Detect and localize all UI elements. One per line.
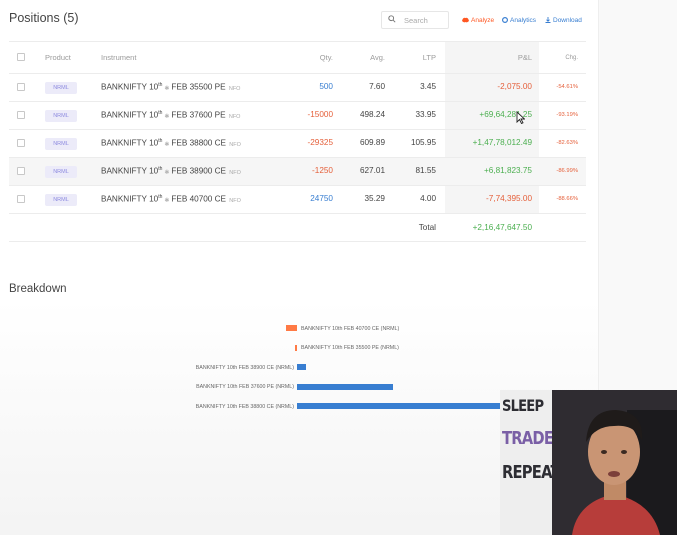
row-checkbox[interactable] xyxy=(17,111,25,119)
product-badge: NRML xyxy=(45,138,77,150)
instrument-name[interactable]: BANKNIFTY 10th✱ FEB 38800 CE NFO xyxy=(101,138,241,148)
avg-value: 35.29 xyxy=(364,194,386,203)
breakdown-bar xyxy=(297,364,307,370)
instrument-name[interactable]: BANKNIFTY 10th✱ FEB 37600 PE NFO xyxy=(101,110,240,120)
exchange-tag: NFO xyxy=(229,141,241,148)
search-icon xyxy=(388,15,396,23)
avg-value: 498.24 xyxy=(359,110,385,119)
avg-value: 627.01 xyxy=(359,166,385,175)
product-badge: NRML xyxy=(45,110,77,122)
breakdown-title: Breakdown xyxy=(9,283,67,295)
positions-count: (5) xyxy=(63,11,79,25)
total-label: Total xyxy=(418,223,436,232)
exchange-tag: NFO xyxy=(229,197,241,204)
row-checkbox[interactable] xyxy=(17,83,25,91)
total-pnl-value: +2,16,47,647.50 xyxy=(472,223,532,232)
qty-value: -15000 xyxy=(307,110,334,119)
ltp-value: 33.95 xyxy=(415,110,437,119)
breakdown-bar-label: BANKNIFTY 10th FEB 37600 PE (NRML) xyxy=(196,384,294,390)
header-chg[interactable]: Chg. xyxy=(540,55,578,61)
search-placeholder: Search xyxy=(404,16,428,25)
header-pnl[interactable]: P&L xyxy=(448,53,532,62)
header-instrument[interactable]: Instrument xyxy=(101,53,136,62)
avg-value: 609.89 xyxy=(359,138,385,147)
header-qty[interactable]: Qty. xyxy=(290,53,333,62)
webcam-overlay: SLEEP TRADE REPEAT xyxy=(500,390,677,535)
qty-value: -1250 xyxy=(312,166,333,175)
chg-value: -93.19% xyxy=(556,112,578,118)
pnl-column-background xyxy=(445,42,539,213)
divider xyxy=(9,241,586,242)
analytics-link[interactable]: Analytics xyxy=(502,17,536,24)
page-title: Positions (5) xyxy=(9,11,79,25)
analytics-icon xyxy=(502,17,508,24)
divider xyxy=(9,101,586,102)
breakdown-bar-label: BANKNIFTY 10th FEB 40700 CE (NRML) xyxy=(301,325,400,332)
star-icon: ✱ xyxy=(164,141,170,148)
instrument-name[interactable]: BANKNIFTY 10th✱ FEB 35500 PE NFO xyxy=(101,82,240,92)
star-icon: ✱ xyxy=(164,197,170,204)
star-icon: ✱ xyxy=(164,85,170,92)
exchange-tag: NFO xyxy=(229,169,241,176)
poster-line: TRADE xyxy=(502,428,554,449)
instrument-name[interactable]: BANKNIFTY 10th✱ FEB 38900 CE NFO xyxy=(101,166,241,176)
header-ltp[interactable]: LTP xyxy=(392,53,436,62)
search-input[interactable]: Search xyxy=(381,11,449,29)
breakdown-bar-label: BANKNIFTY 10th FEB 38800 CE (NRML) xyxy=(195,403,294,410)
header-product[interactable]: Product xyxy=(45,53,71,62)
chg-value: -86.99% xyxy=(556,168,578,174)
download-link[interactable]: Download xyxy=(545,17,582,24)
analyze-link[interactable]: Analyze xyxy=(462,17,494,24)
divider xyxy=(9,185,586,186)
pnl-value: +6,81,823.75 xyxy=(483,166,532,175)
chg-value: -54.61% xyxy=(556,84,578,90)
mouse-cursor-icon xyxy=(516,111,525,124)
ltp-value: 81.55 xyxy=(415,166,437,175)
breakdown-bar-label: BANKNIFTY 10th FEB 35500 PE (NRML) xyxy=(301,345,399,351)
breakdown-bar-label: BANKNIFTY 10th FEB 38900 CE (NRML) xyxy=(195,364,294,371)
chg-value: -82.63% xyxy=(556,140,578,146)
row-checkbox[interactable] xyxy=(17,167,25,175)
presenter-image xyxy=(552,390,677,535)
select-all-checkbox[interactable] xyxy=(17,53,25,61)
row-checkbox[interactable] xyxy=(17,195,25,203)
analyze-label: Analyze xyxy=(471,17,495,24)
header-avg[interactable]: Avg. xyxy=(340,53,385,62)
product-badge: NRML xyxy=(45,166,77,178)
star-icon: ✱ xyxy=(164,169,170,176)
ltp-value: 105.95 xyxy=(410,138,436,147)
qty-value: -29325 xyxy=(307,138,334,147)
avg-value: 7.60 xyxy=(369,82,385,91)
divider xyxy=(9,41,586,42)
pnl-value: +1,47,78,012.49 xyxy=(472,138,532,147)
divider xyxy=(9,129,586,130)
pnl-value: -2,075.00 xyxy=(497,82,532,91)
ltp-value: 4.00 xyxy=(420,194,436,203)
divider xyxy=(9,213,586,214)
breakdown-bar xyxy=(294,344,297,351)
instrument-name[interactable]: BANKNIFTY 10th✱ FEB 40700 CE NFO xyxy=(101,194,241,204)
product-badge: NRML xyxy=(45,194,77,206)
poster-line: SLEEP xyxy=(502,396,544,415)
sensibull-icon xyxy=(462,18,469,23)
star-icon: ✱ xyxy=(164,113,170,120)
row-checkbox[interactable] xyxy=(17,139,25,147)
pnl-value: -7,74,395.00 xyxy=(486,194,532,203)
qty-value: 24750 xyxy=(310,194,333,203)
qty-value: 500 xyxy=(319,82,333,91)
download-icon xyxy=(545,17,551,24)
product-badge: NRML xyxy=(45,82,77,94)
exchange-tag: NFO xyxy=(228,113,241,120)
download-label: Download xyxy=(553,17,582,24)
page-title-text: Positions xyxy=(9,11,60,25)
breakdown-bar xyxy=(286,325,297,331)
analytics-label: Analytics xyxy=(510,17,537,24)
breakdown-bar xyxy=(297,383,393,390)
divider xyxy=(9,73,586,74)
chg-value: -88.66% xyxy=(556,196,578,202)
exchange-tag: NFO xyxy=(228,85,241,92)
breakdown-bar xyxy=(297,403,500,409)
ltp-value: 3.45 xyxy=(420,82,436,91)
